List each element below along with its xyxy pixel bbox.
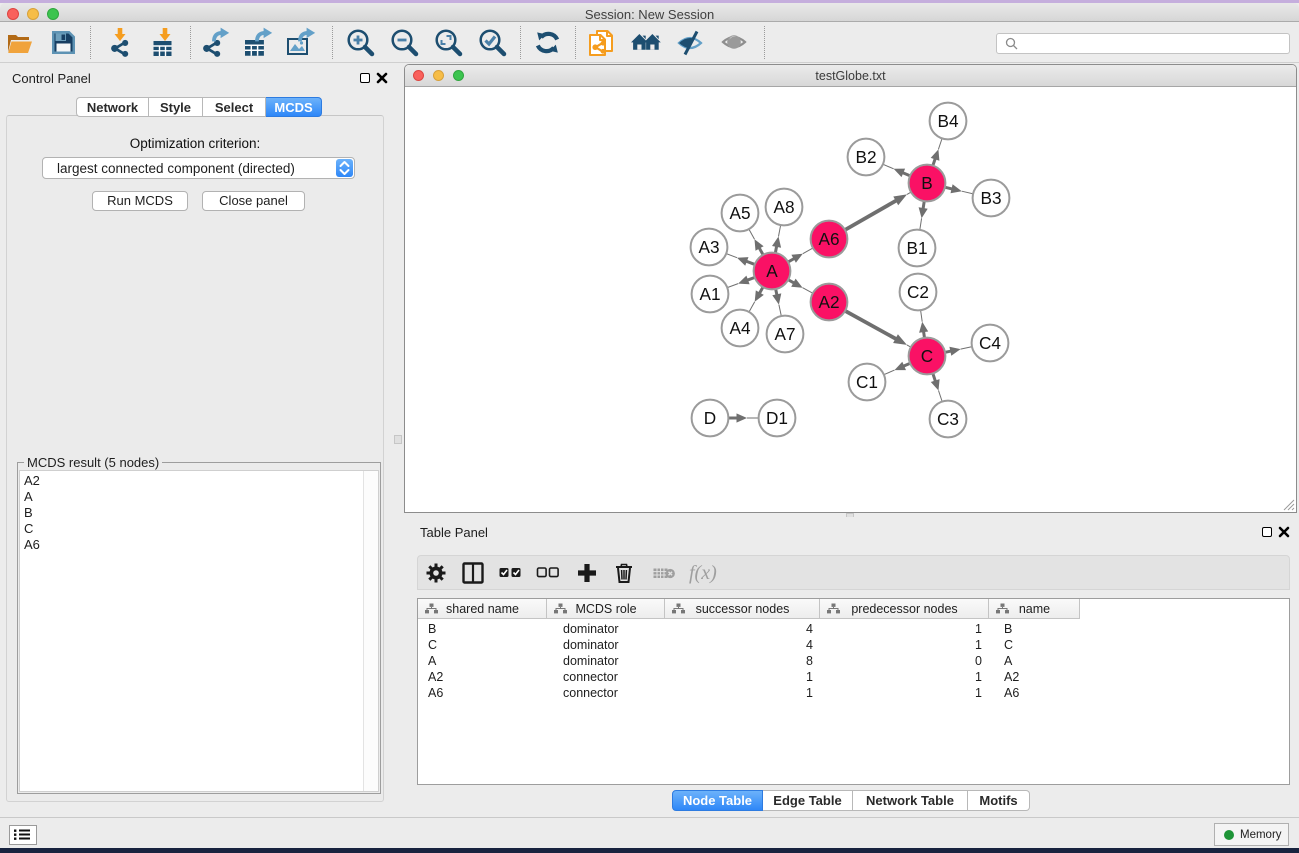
svg-text:C3: C3 bbox=[937, 409, 959, 429]
svg-text:A: A bbox=[766, 261, 778, 281]
svg-text:C2: C2 bbox=[907, 282, 929, 302]
svg-text:A5: A5 bbox=[729, 203, 750, 223]
svg-text:C4: C4 bbox=[979, 333, 1001, 353]
svg-text:B1: B1 bbox=[906, 238, 927, 258]
svg-text:C1: C1 bbox=[856, 372, 878, 392]
svg-text:D1: D1 bbox=[766, 408, 788, 428]
svg-text:B3: B3 bbox=[980, 188, 1001, 208]
svg-text:A6: A6 bbox=[818, 229, 839, 249]
svg-text:A8: A8 bbox=[773, 197, 794, 217]
svg-text:A4: A4 bbox=[729, 318, 750, 338]
svg-text:A2: A2 bbox=[818, 292, 839, 312]
svg-text:A7: A7 bbox=[774, 324, 795, 344]
svg-text:D: D bbox=[704, 408, 716, 428]
svg-text:B2: B2 bbox=[855, 147, 876, 167]
svg-text:C: C bbox=[921, 346, 933, 366]
svg-text:B4: B4 bbox=[937, 111, 958, 131]
svg-text:A3: A3 bbox=[698, 237, 719, 257]
svg-text:A1: A1 bbox=[699, 284, 720, 304]
svg-text:B: B bbox=[921, 173, 932, 193]
